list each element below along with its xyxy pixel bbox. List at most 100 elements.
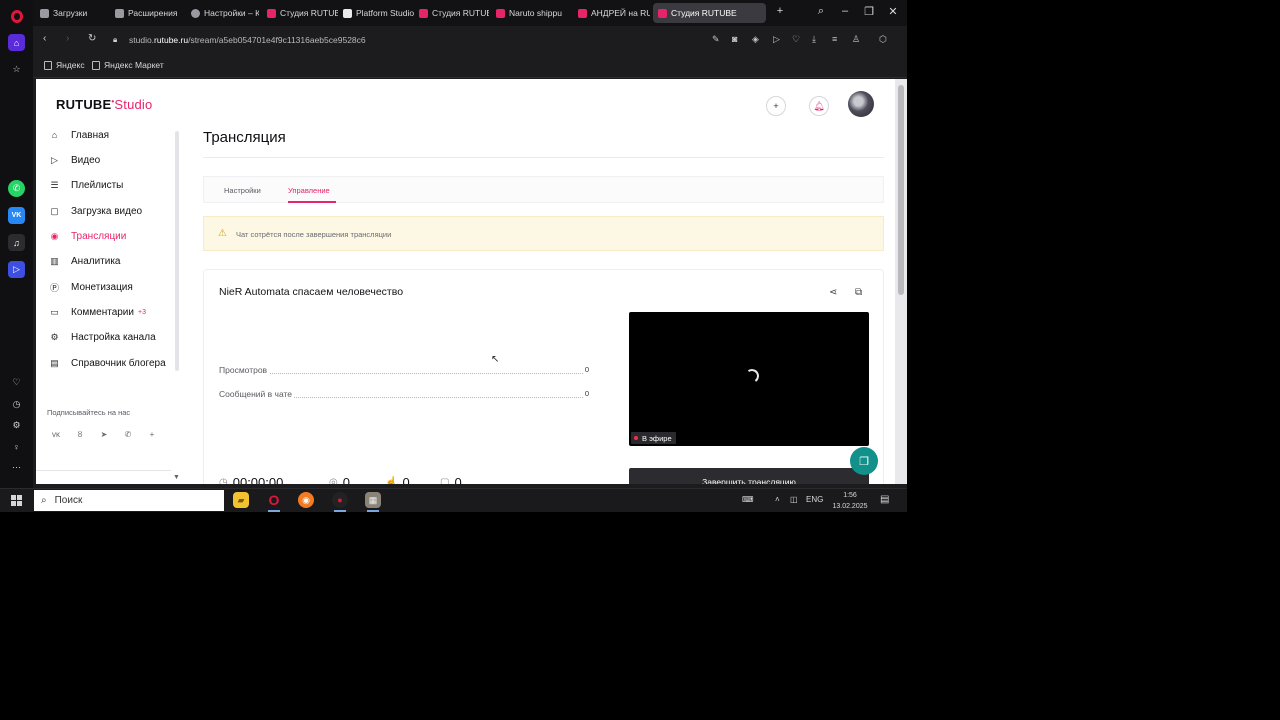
page-icon	[44, 60, 52, 70]
rutube-r-icon	[496, 8, 505, 18]
opera-icon[interactable]: O	[266, 492, 282, 508]
reload-icon[interactable]: ↻	[88, 33, 96, 44]
avatar[interactable]	[848, 91, 874, 117]
address-bar: ‹ › ↻ 🔒︎ studio.rutube.ru/stream/a5eb054…	[33, 26, 907, 54]
forward-icon[interactable]: ›	[66, 33, 69, 44]
external-link-icon[interactable]: ⧉	[855, 287, 862, 298]
sidebar-item-broadcasts[interactable]: ◉ Трансляции	[48, 228, 127, 244]
windows-start-icon[interactable]	[11, 495, 22, 506]
tab-6[interactable]: Naruto shippu	[491, 3, 563, 23]
heart-icon[interactable]: ♡	[792, 34, 800, 45]
tab-7[interactable]: АНДРЕЙ на RU	[573, 3, 650, 23]
tab-2[interactable]: Настройки – К	[186, 3, 259, 23]
tab-management[interactable]: Управление	[288, 186, 330, 195]
rutube-icon	[419, 8, 428, 18]
heart-icon[interactable]: ♡	[8, 374, 25, 391]
chevron-down-icon[interactable]: ▼	[173, 474, 180, 481]
bell-icon[interactable]: 🔔︎	[809, 96, 829, 116]
history-icon[interactable]: ◷	[8, 396, 25, 413]
sidebar-item-analytics[interactable]: ▥ Аналитика	[48, 253, 120, 269]
home-icon[interactable]: ⌂	[8, 34, 25, 51]
share-icon[interactable]: ⋖	[829, 287, 837, 298]
sidebar-item-upload[interactable]: ▢ Загрузка видео	[48, 203, 142, 219]
telegram-icon[interactable]: ➤	[97, 428, 111, 442]
rutube-r-icon	[578, 8, 587, 18]
menu-icon[interactable]: ≡	[832, 34, 837, 44]
taskbar-search[interactable]: ⌕ Поиск	[34, 490, 224, 511]
tab-1[interactable]: Расширения	[110, 3, 182, 23]
rutube-studio-logo[interactable]: RUTUBE•Studio	[56, 97, 152, 112]
tab-8-active[interactable]: Студия RUTUBE	[653, 3, 766, 23]
sidebar-item-channel-settings[interactable]: ⚙ Настройка канала	[48, 329, 155, 345]
bookmark-yandex-market[interactable]: Яндекс Маркет	[92, 60, 164, 70]
title-divider	[203, 157, 884, 158]
stream-card: NieR Automata спасаем человечество ⋖ ⧉ П…	[203, 269, 884, 484]
stat-chat-messages: Сообщений в чате 0	[219, 389, 589, 399]
broadcast-icon: ◉	[50, 230, 59, 241]
add-video-icon[interactable]: +	[766, 96, 786, 116]
bulb-icon[interactable]: ♀	[8, 438, 25, 455]
profile-icon[interactable]: ♙	[852, 34, 860, 45]
bookmarks-bar: Яндекс Яндекс Маркет	[33, 54, 907, 78]
sidebar-scrollbar[interactable]	[175, 131, 179, 371]
search-tabs-icon[interactable]: ⌕	[814, 5, 828, 18]
game-app-icon[interactable]: ▦	[365, 492, 381, 508]
more-social-icon[interactable]: +	[145, 428, 159, 442]
vk-icon[interactable]: ᴠᴋ	[49, 428, 63, 442]
tray-chevron-icon[interactable]: ˄	[775, 495, 780, 504]
star-icon[interactable]: ☆	[8, 61, 25, 78]
minimize-icon[interactable]: –	[838, 5, 852, 17]
sidebar-item-comments[interactable]: ▭ Комментарии +3	[48, 304, 146, 320]
active-app-indicator	[268, 510, 280, 512]
back-icon[interactable]: ‹	[43, 33, 46, 44]
bookmark-yandex[interactable]: Яндекс	[44, 60, 85, 70]
subscribe-label: Подписывайтесь на нас	[47, 408, 131, 417]
tab-strip: Загрузки Расширения Настройки – К Студия…	[33, 0, 907, 26]
shield-icon[interactable]: ◈	[752, 34, 759, 45]
lock-icon: 🔒︎	[113, 35, 118, 44]
sidebar-item-playlists[interactable]: ☰ Плейлисты	[48, 177, 123, 193]
tab-settings[interactable]: Настройки	[224, 186, 261, 195]
clock[interactable]: 1:56 13.02.2025	[828, 489, 872, 512]
keyboard-icon[interactable]: ⌨	[742, 495, 754, 504]
sidebar-item-video[interactable]: ▷ Видео	[48, 152, 100, 168]
music-icon[interactable]: ♫	[8, 234, 25, 251]
whatsapp-icon[interactable]: ✆	[8, 180, 25, 197]
opera-menu-icon[interactable]	[8, 8, 25, 25]
upload-icon: ▢	[50, 205, 59, 216]
obs-icon[interactable]: ●	[332, 492, 348, 508]
sidebar-item-blogger-guide[interactable]: ▤ Справочник блогера	[48, 355, 165, 371]
network-icon[interactable]: ◫	[790, 495, 798, 504]
close-icon[interactable]: ✕	[886, 5, 900, 18]
viber-icon[interactable]: ✆	[121, 428, 135, 442]
tab-4[interactable]: Platform Studio	[338, 3, 414, 23]
url-field[interactable]: studio.rutube.ru/stream/a5eb054701e4f9c1…	[129, 35, 366, 45]
edit-icon[interactable]: ✎	[712, 34, 720, 45]
vk-icon[interactable]: VK	[8, 207, 25, 224]
chat-float-button[interactable]: ❐	[850, 447, 878, 475]
settings-icon[interactable]: ⚙	[8, 417, 25, 434]
notifications-icon[interactable]: ▤	[880, 494, 889, 505]
play-icon[interactable]: ▷	[773, 34, 780, 45]
extension-icon[interactable]: ⬡	[879, 34, 887, 45]
video-icon: ▷	[51, 154, 58, 165]
sidebar-item-home[interactable]: ⌂ Главная	[48, 127, 109, 143]
firefox-icon[interactable]: ◉	[298, 492, 314, 508]
player-icon[interactable]: ▷	[8, 261, 25, 278]
more-icon[interactable]: ⋯	[8, 459, 25, 476]
new-tab-button[interactable]: +	[773, 5, 787, 17]
stream-preview-player[interactable]: В эфире	[629, 312, 869, 446]
file-explorer-icon[interactable]: ▰	[233, 492, 249, 508]
download-icon[interactable]: ⤓	[812, 34, 816, 45]
sidebar-item-monetization[interactable]: Ⓟ Монетизация	[48, 279, 133, 295]
tab-3[interactable]: Студия RUTUBE	[262, 3, 338, 23]
warning-icon: ⚠	[218, 228, 227, 239]
tab-5[interactable]: Студия RUTUBE	[414, 3, 489, 23]
restore-icon[interactable]: ❐	[862, 5, 876, 18]
end-stream-button[interactable]: Завершить трансляцию	[629, 468, 869, 484]
language-indicator[interactable]: ENG	[806, 495, 823, 504]
camera-icon[interactable]: ◙	[732, 34, 737, 44]
tab-0[interactable]: Загрузки	[35, 3, 107, 23]
page-scrollbar[interactable]	[895, 79, 907, 484]
ok-icon[interactable]: ȣ	[73, 428, 87, 442]
